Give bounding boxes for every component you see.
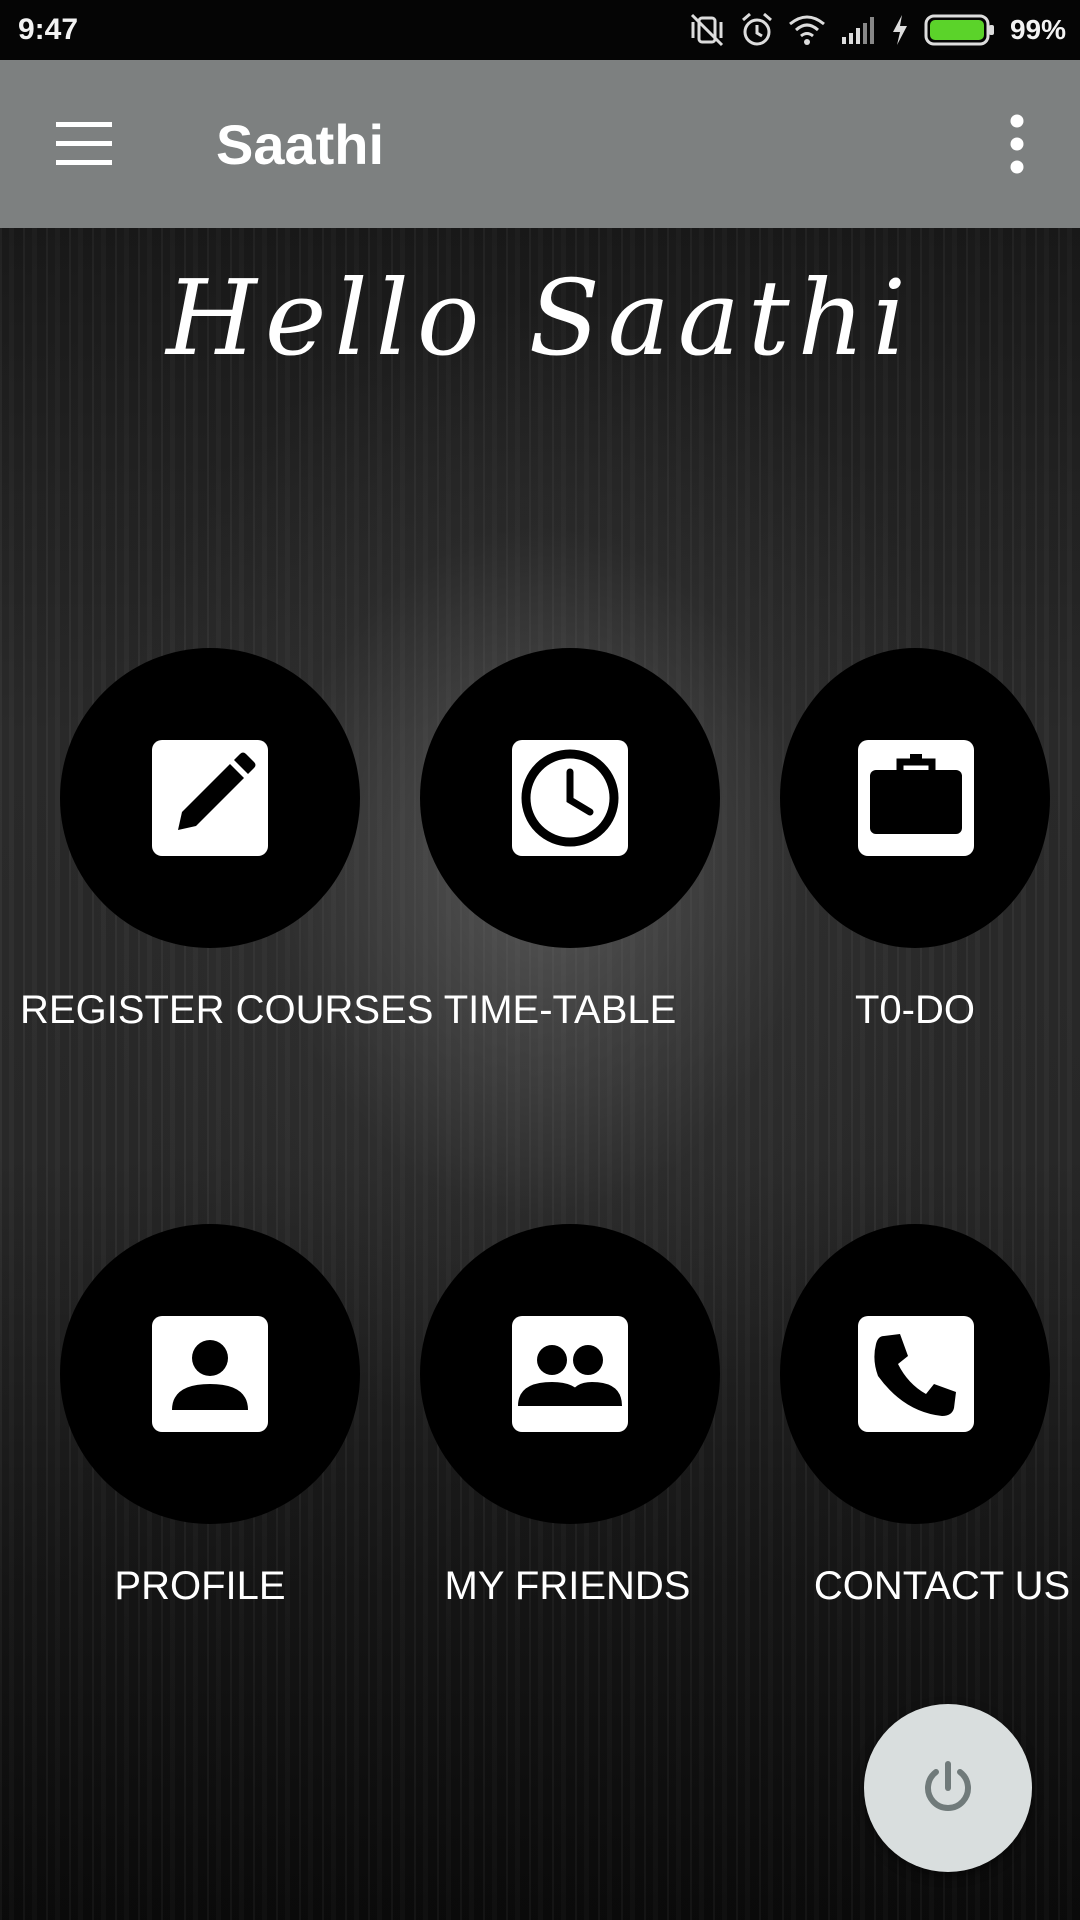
- dashboard-content: Hello Saathi REGISTER COURSES TIME-TABLE: [0, 228, 1080, 1920]
- group-icon: [512, 1316, 628, 1432]
- alarm-icon: [740, 12, 774, 48]
- app-screen: 9:47 99% Saathi Hello Saathi REGISTER CO…: [0, 0, 1080, 1920]
- edit-pencil-icon: [152, 740, 268, 856]
- todo-button[interactable]: [780, 648, 1050, 948]
- profile-button[interactable]: [60, 1224, 360, 1524]
- menu-button[interactable]: [38, 104, 130, 184]
- register-courses-button[interactable]: [60, 648, 360, 948]
- register-courses-label: REGISTER COURSES: [20, 988, 434, 1032]
- person-icon: [152, 1316, 268, 1432]
- status-icons: 99%: [688, 8, 1066, 52]
- phone-icon: [858, 1316, 974, 1432]
- time-table-button[interactable]: [420, 648, 720, 948]
- vibrate-off-icon: [688, 12, 726, 48]
- app-bar: Saathi: [0, 60, 1080, 228]
- todo-label: T0-DO: [855, 988, 975, 1032]
- profile-label: PROFILE: [114, 1564, 286, 1608]
- battery-percent: 99%: [1009, 14, 1066, 45]
- charging-icon: [890, 14, 910, 46]
- more-vert-icon: [982, 114, 1052, 184]
- power-button[interactable]: [864, 1704, 1032, 1872]
- my-friends-button[interactable]: [420, 1224, 720, 1524]
- my-friends-label: MY FRIENDS: [444, 1564, 691, 1608]
- wifi-icon: [788, 14, 826, 46]
- status-time: 9:47: [18, 13, 79, 46]
- clock-icon: [512, 740, 628, 856]
- hamburger-menu-icon: [38, 122, 130, 188]
- briefcase-icon: [858, 740, 974, 856]
- time-table-label: TIME-TABLE: [443, 988, 677, 1032]
- contact-us-button[interactable]: [780, 1224, 1050, 1524]
- greeting-text: Hello Saathi: [166, 257, 914, 379]
- signal-icon: [840, 15, 876, 45]
- contact-us-label: CONTACT US: [813, 1564, 1071, 1608]
- app-title: Saathi: [216, 113, 385, 176]
- status-bar: 9:47 99%: [0, 0, 1080, 60]
- battery-icon: [924, 13, 996, 47]
- overflow-menu-button[interactable]: [982, 108, 1052, 180]
